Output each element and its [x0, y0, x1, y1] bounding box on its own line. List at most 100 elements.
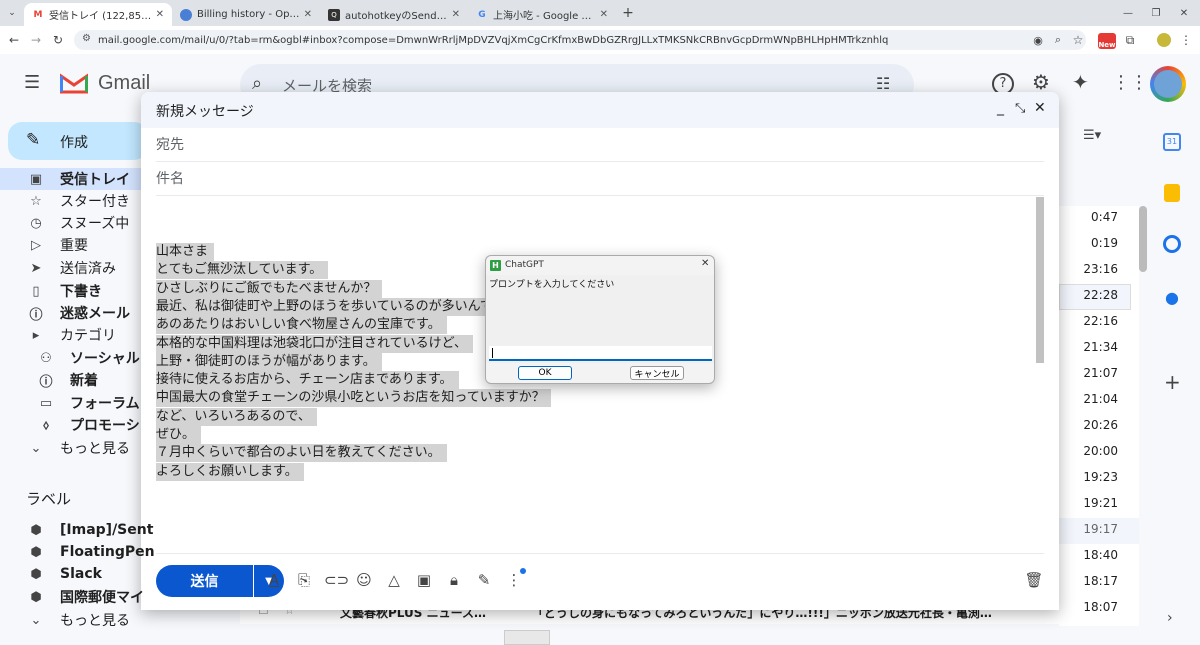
emoji-icon[interactable]: ☺ [354, 571, 374, 589]
contacts-icon[interactable]: ● [1165, 288, 1179, 307]
label-item[interactable]: ⌄ もっと見る [0, 609, 230, 631]
tab-search-icon[interactable]: ⌄ [4, 5, 20, 21]
forward-icon[interactable]: → [28, 32, 44, 48]
sidebar-item[interactable]: ⌄ もっと見る [0, 437, 230, 459]
cancel-button[interactable]: キャンセル [630, 366, 684, 380]
zoom-icon[interactable]: ⌕ [1050, 32, 1066, 48]
sidebar-item-label: フォーラム [70, 396, 140, 412]
address-bar[interactable]: ⚙ mail.google.com/mail/u/0/?tab=rm&ogbl#… [74, 30, 1086, 50]
account-avatar[interactable] [1150, 66, 1186, 102]
sidebar-item[interactable]: ⬨ プロモーシ [0, 414, 230, 436]
signature-pen-icon[interactable]: ✎ [474, 571, 494, 589]
mail-time: 18:40 [1083, 548, 1118, 562]
mail-time: 19:21 [1083, 496, 1118, 510]
compose-button[interactable]: ✎ 作成 [8, 122, 148, 160]
sidebar-item[interactable]: ▸ カテゴリ [0, 324, 230, 346]
label-item-text: FloatingPen [60, 544, 155, 560]
search-options-icon[interactable]: ☷ [876, 74, 890, 93]
settings-gear-icon[interactable]: ⚙ [1032, 70, 1050, 94]
spam-icon: ⓘ [29, 307, 43, 323]
fullscreen-icon[interactable]: ⤡ [1015, 101, 1025, 116]
sidebar-item[interactable]: ▷ 重要 [0, 234, 230, 256]
extensions-icon[interactable]: ⧉ [1122, 32, 1138, 48]
tab-autohotkey[interactable]: Q autohotkeyのSendInputのスピード ✕ [320, 3, 468, 26]
tab-openai[interactable]: Billing history - OpenAI API ✕ [172, 3, 320, 26]
sidebar-item[interactable]: ▣ 受信トレイ [0, 168, 230, 190]
main-menu-icon[interactable]: ☰ [24, 74, 44, 94]
bookmark-star-icon[interactable]: ☆ [1070, 32, 1086, 48]
tab-gmail[interactable]: M 受信トレイ (122,858) - satoshi.en ✕ [24, 3, 172, 26]
gemini-sparkle-icon[interactable]: ✦ [1072, 70, 1089, 94]
subject-field[interactable]: 件名 [156, 162, 1044, 196]
confidential-lock-icon[interactable]: 🔒︎ [444, 571, 464, 589]
label-icon: ▸ [32, 327, 40, 343]
sidebar-item[interactable]: ➤ 送信済み [0, 257, 230, 279]
qiita-icon: Q [328, 8, 340, 21]
restore-icon[interactable]: ❐ [1148, 5, 1164, 21]
mail-time: 21:34 [1083, 340, 1118, 354]
extension-new-badge[interactable]: New [1098, 33, 1116, 49]
search-icon[interactable]: ⌕ [252, 73, 262, 94]
label-item[interactable]: ⬢ FloatingPen [0, 541, 230, 563]
sidebar-item[interactable]: ▭ フォーラム [0, 392, 230, 414]
compose-header[interactable]: 新規メッセージ _ ⤡ ✕ [141, 92, 1059, 128]
list-scrollbar[interactable] [1139, 206, 1147, 272]
reload-icon[interactable]: ↻ [50, 32, 66, 48]
gmail-logo-text: Gmail [98, 72, 151, 94]
photo-icon[interactable]: ▣ [414, 571, 434, 589]
keep-icon[interactable] [1164, 184, 1180, 202]
drive-icon[interactable]: △ [384, 571, 404, 589]
sidebar-item[interactable]: ⓘ 新着 [0, 369, 230, 391]
close-icon[interactable]: ✕ [1034, 100, 1046, 116]
tab-strip: ⌄ M 受信トレイ (122,858) - satoshi.en ✕ Billi… [0, 0, 1200, 26]
important-icon: ▷ [31, 237, 41, 253]
label-item-text: もっと見る [60, 613, 130, 629]
calendar-icon[interactable]: 31 [1163, 133, 1181, 151]
close-icon[interactable]: ✕ [596, 9, 608, 20]
apps-grid-icon[interactable]: ⋮⋮ [1112, 72, 1148, 93]
sidebar-item-label: 送信済み [60, 261, 116, 277]
back-icon[interactable]: ← [6, 32, 22, 48]
to-field[interactable]: 宛先 [156, 128, 1044, 162]
sidebar-item-label: スター付き [60, 194, 130, 210]
label-item[interactable]: ⬢ [Imap]/Sent [0, 519, 230, 541]
window-close-icon[interactable]: ✕ [1176, 5, 1192, 21]
eye-icon[interactable]: ◉ [1030, 32, 1046, 48]
label-item[interactable]: ⬢ 国際郵便マイ [0, 586, 230, 608]
prompt-input[interactable] [489, 346, 712, 361]
add-addon-icon[interactable]: + [1164, 370, 1181, 394]
chatgpt-dialog: H ChatGPT ✕ プロンプトを入力してください OK キャンセル [485, 255, 715, 384]
mail-time: 21:04 [1083, 392, 1118, 406]
close-icon[interactable]: ✕ [300, 9, 312, 20]
close-icon[interactable]: ✕ [152, 9, 164, 20]
site-info-icon[interactable]: ⚙ [82, 33, 91, 44]
ok-button[interactable]: OK [518, 366, 572, 380]
tab-google-search[interactable]: G 上海小吃 - Google 検索 ✕ [468, 3, 616, 26]
sidebar-item-label: スヌーズ中 [60, 216, 130, 232]
expand-panel-icon[interactable]: › [1167, 610, 1173, 626]
sidebar-item-label: もっと見る [60, 441, 130, 457]
formatting-icon[interactable]: A [264, 571, 284, 589]
profile-avatar[interactable] [1157, 33, 1171, 47]
sidebar-item[interactable]: ⓘ 迷惑メール [0, 302, 230, 324]
label-item[interactable]: ⬢ Slack [0, 563, 230, 585]
sidebar-item[interactable]: ◷ スヌーズ中 [0, 212, 230, 234]
sidebar-item-label: 受信トレイ [60, 172, 130, 188]
close-icon[interactable]: ✕ [701, 258, 709, 269]
minimize-icon[interactable]: _ [997, 100, 1004, 116]
sidebar-item[interactable]: ▯ 下書き [0, 280, 230, 302]
dialog-title: ChatGPT [505, 260, 544, 270]
sidebar-item[interactable]: ⚇ ソーシャル [0, 347, 230, 369]
density-icon[interactable]: ☰▾ [1083, 128, 1101, 143]
close-icon[interactable]: ✕ [448, 9, 460, 20]
link-icon[interactable]: ⊂⊃ [324, 571, 349, 589]
menu-kebab-icon[interactable]: ⋮ [1178, 32, 1194, 48]
inbox-icon: ▣ [29, 171, 43, 187]
sidebar-item[interactable]: ☆ スター付き [0, 190, 230, 212]
view-toggle[interactable]: ☰▾ [1059, 118, 1149, 143]
tasks-icon[interactable] [1163, 235, 1181, 253]
attach-icon[interactable]: ⎘ [294, 571, 314, 589]
label-tag-icon: ⬢ [30, 522, 42, 538]
minimize-icon[interactable]: — [1120, 5, 1136, 21]
new-tab-icon[interactable]: + [620, 5, 636, 21]
